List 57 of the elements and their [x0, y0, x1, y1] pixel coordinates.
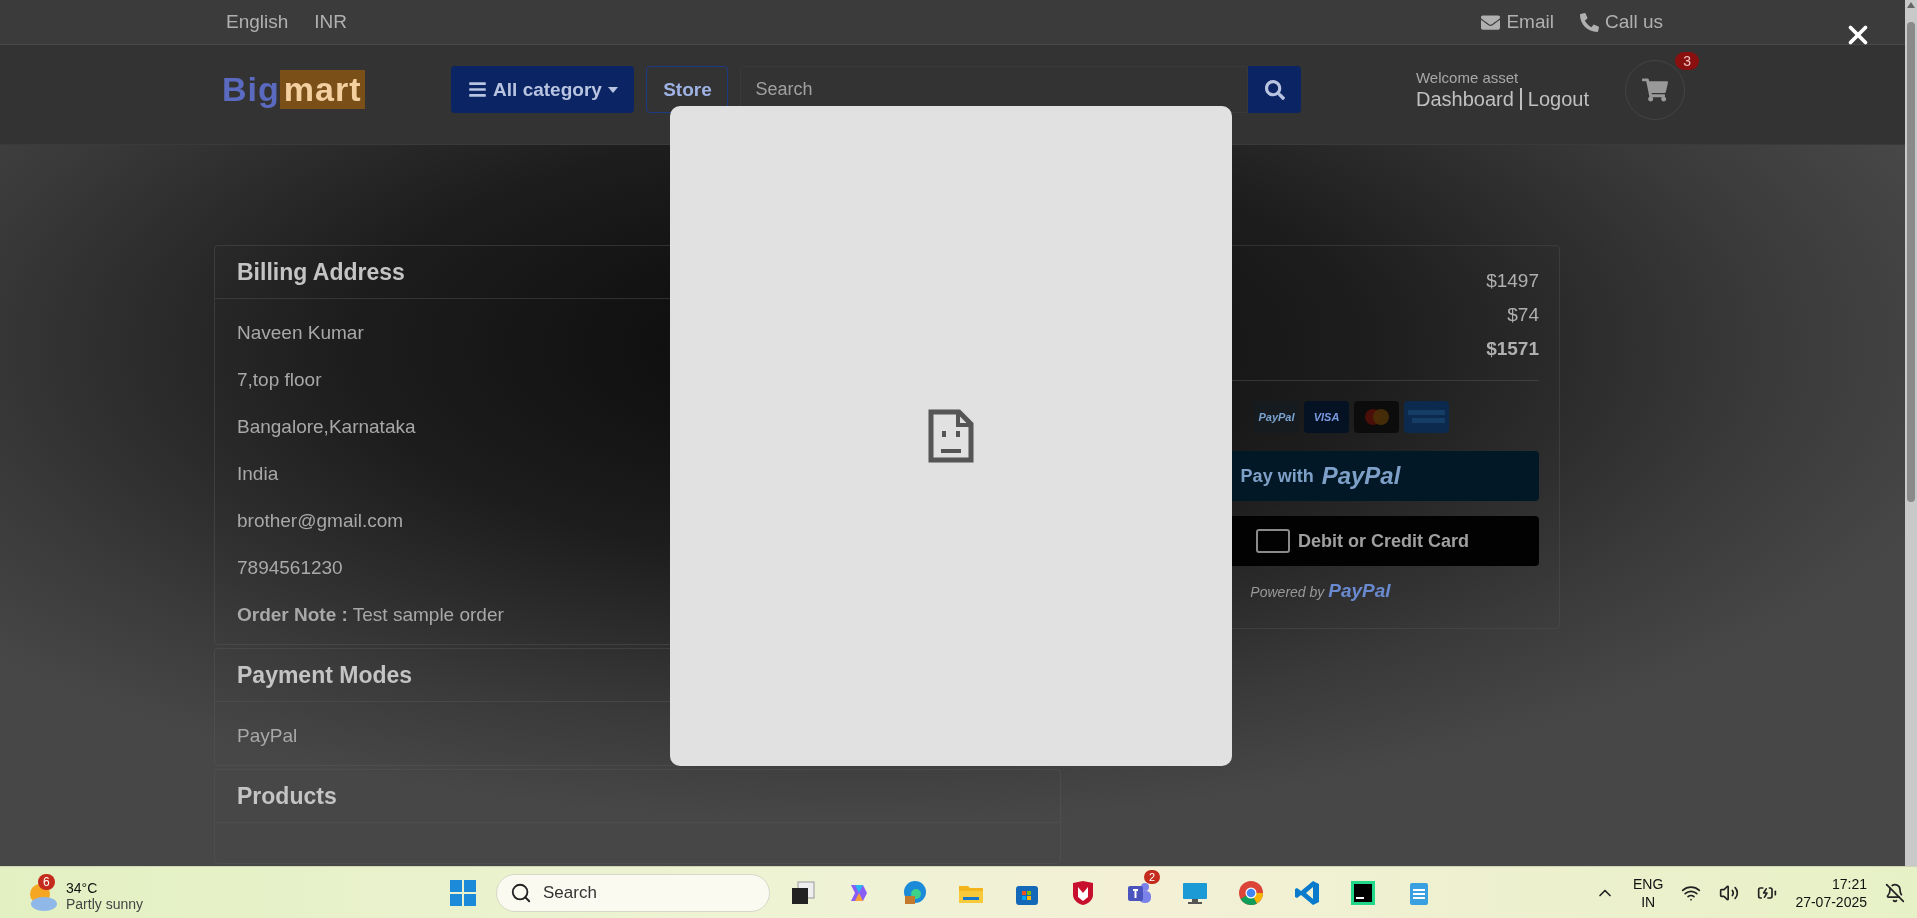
code-editor-icon	[1293, 878, 1321, 907]
language-indicator[interactable]: ENG IN	[1633, 874, 1664, 911]
search-button[interactable]	[1248, 66, 1302, 113]
category-button[interactable]: All category	[451, 66, 635, 113]
weather-condition: Partly sunny	[66, 895, 144, 912]
menu-icon	[468, 80, 488, 99]
amount: $1571	[1486, 337, 1539, 361]
clock[interactable]: 17:21 27-07-2025	[1795, 874, 1867, 911]
top-bar-option[interactable]: English	[226, 11, 289, 33]
credit-card-icon	[1256, 529, 1290, 553]
address-line: brother@gmail.com	[237, 509, 405, 532]
notification-badge: 2	[1143, 869, 1160, 884]
top-bar-option[interactable]: INR	[314, 11, 348, 33]
powered-by-text: Powered by PayPal	[1250, 580, 1391, 602]
contact-link[interactable]: Email	[1481, 11, 1554, 33]
task-view-icon	[789, 878, 817, 907]
paypal-logo: PayPal	[1254, 401, 1299, 433]
payment-mode: PayPal	[237, 724, 299, 747]
address-line: Bangalore,Karnataka	[237, 415, 417, 438]
volume-icon[interactable]	[1719, 882, 1740, 903]
visa-logo: VISA	[1304, 401, 1349, 433]
temperature: 34°C	[66, 879, 99, 896]
up-arrow-icon[interactable]	[1907, 2, 1915, 8]
weather-widget[interactable]: 6 34°C Partly sunny	[26, 873, 144, 912]
taskbar-app-button[interactable]: 2	[1116, 869, 1162, 916]
address-line: 7,top floor	[237, 368, 323, 391]
welcome-text: Welcome asset	[1416, 68, 1520, 86]
ide-icon	[1349, 878, 1377, 907]
amount: $74	[1507, 303, 1539, 327]
section-title: Payment Modes	[237, 662, 414, 689]
envelope-icon	[1481, 12, 1501, 32]
amount: $1497	[1486, 269, 1539, 293]
address-line: 7894561230	[237, 556, 344, 579]
account-link[interactable]: Logout	[1527, 87, 1589, 111]
taskbar-search-field[interactable]: Search	[496, 873, 770, 912]
broken-page-icon	[928, 409, 974, 463]
scrollbar[interactable]	[1905, 0, 1917, 866]
section-title: Billing Address	[237, 259, 406, 286]
chrome-icon	[1237, 878, 1265, 907]
search-icon	[1265, 79, 1285, 100]
amex-logo	[1404, 401, 1449, 433]
cart-icon	[1642, 76, 1668, 103]
notification-badge: 6	[38, 873, 55, 890]
account-link[interactable]: Dashboard	[1416, 87, 1514, 111]
windows-icon	[449, 878, 477, 907]
phone-icon	[1579, 12, 1599, 32]
notification-bell-icon[interactable]	[1885, 882, 1905, 903]
mastercard-logo	[1354, 401, 1399, 433]
caret-icon	[607, 86, 618, 93]
address-line: Naveen Kumar	[237, 321, 365, 344]
browser-icon	[901, 878, 929, 907]
cart-count-badge: 3	[1675, 51, 1699, 70]
address-line: India	[237, 462, 280, 485]
order-note: Order Note : Test sample order	[237, 603, 505, 626]
section-title: Products	[237, 783, 338, 810]
search-icon	[510, 881, 532, 904]
contact-link[interactable]: Call us	[1579, 11, 1663, 33]
